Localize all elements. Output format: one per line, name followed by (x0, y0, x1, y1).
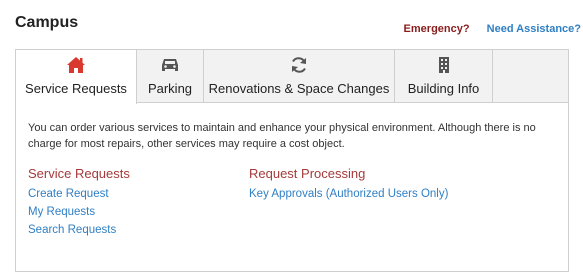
tab-label: Service Requests (25, 81, 127, 96)
tab-service-requests[interactable]: Service Requests (16, 50, 137, 104)
tab-content: You can order various services to mainta… (28, 120, 556, 236)
tab-bar: Service Requests Parking Renovations & S… (16, 50, 568, 104)
description-text: You can order various services to mainta… (28, 122, 536, 150)
service-requests-section: Service Requests Create Request My Reque… (28, 166, 238, 239)
page-header: Campus Emergency? Need Assistance? (15, 14, 583, 38)
building-icon (395, 56, 492, 74)
my-requests-link[interactable]: My Requests (28, 203, 238, 221)
create-request-link[interactable]: Create Request (28, 185, 238, 203)
car-icon (137, 56, 203, 74)
tab-label: Parking (147, 81, 193, 96)
campus-panel: Service Requests Parking Renovations & S… (15, 49, 569, 272)
tab-parking[interactable]: Parking (137, 50, 204, 102)
key-approvals-link[interactable]: Key Approvals (Authorized Users Only) (249, 185, 549, 203)
home-icon (16, 56, 136, 74)
emergency-link[interactable]: Emergency? (404, 23, 470, 35)
tab-label: Renovations & Space Changes (208, 81, 390, 96)
tab-label: Building Info (407, 81, 480, 96)
header-links: Emergency? Need Assistance? (404, 23, 581, 35)
search-requests-link[interactable]: Search Requests (28, 221, 238, 239)
tab-renovations-space-changes[interactable]: Renovations & Space Changes (204, 50, 395, 102)
page-title: Campus (15, 14, 79, 31)
refresh-icon (204, 56, 394, 74)
tab-building-info[interactable]: Building Info (395, 50, 493, 102)
need-assistance-link[interactable]: Need Assistance? (487, 23, 581, 35)
section-heading: Request Processing (249, 166, 366, 181)
request-processing-section: Request Processing Key Approvals (Author… (249, 166, 549, 203)
section-heading: Service Requests (28, 166, 130, 181)
